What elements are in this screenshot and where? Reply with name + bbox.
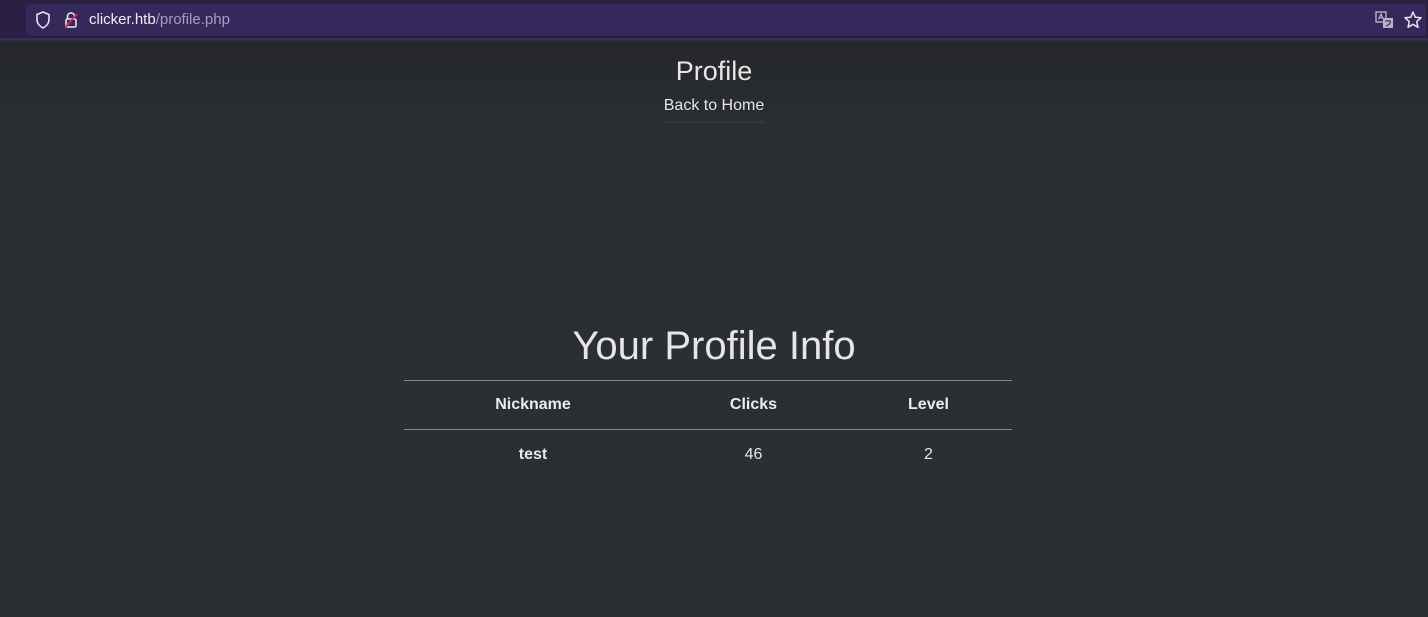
back-to-home-container: Back to Home [0,97,1428,123]
table-row: test 46 2 [404,430,1012,480]
profile-table: Nickname Clicks Level test 46 2 [404,380,1012,480]
url-path: /profile.php [155,11,230,28]
column-header-clicks: Clicks [662,380,845,430]
back-to-home-link[interactable]: Back to Home [663,97,765,123]
cell-nickname: test [518,445,548,463]
toolbar-strip [0,4,26,36]
cell-level: 2 [924,445,933,463]
shield-icon[interactable] [35,11,51,29]
translate-icon[interactable] [1375,11,1394,29]
cell-clicks: 46 [744,445,763,463]
column-header-nickname: Nickname [404,380,662,430]
browser-url-bar: clicker.htb/profile.php [0,0,1428,40]
star-icon[interactable] [1403,10,1423,30]
profile-info-title: Your Profile Info [572,324,856,368]
lock-icon[interactable] [63,11,79,29]
page-title: Profile [675,56,753,86]
address-field[interactable] [26,4,1426,36]
url-text[interactable]: clicker.htb/profile.php [89,11,230,29]
url-host: clicker.htb [89,11,156,28]
column-header-level: Level [845,380,1012,430]
table-header-row: Nickname Clicks Level [404,380,1012,430]
